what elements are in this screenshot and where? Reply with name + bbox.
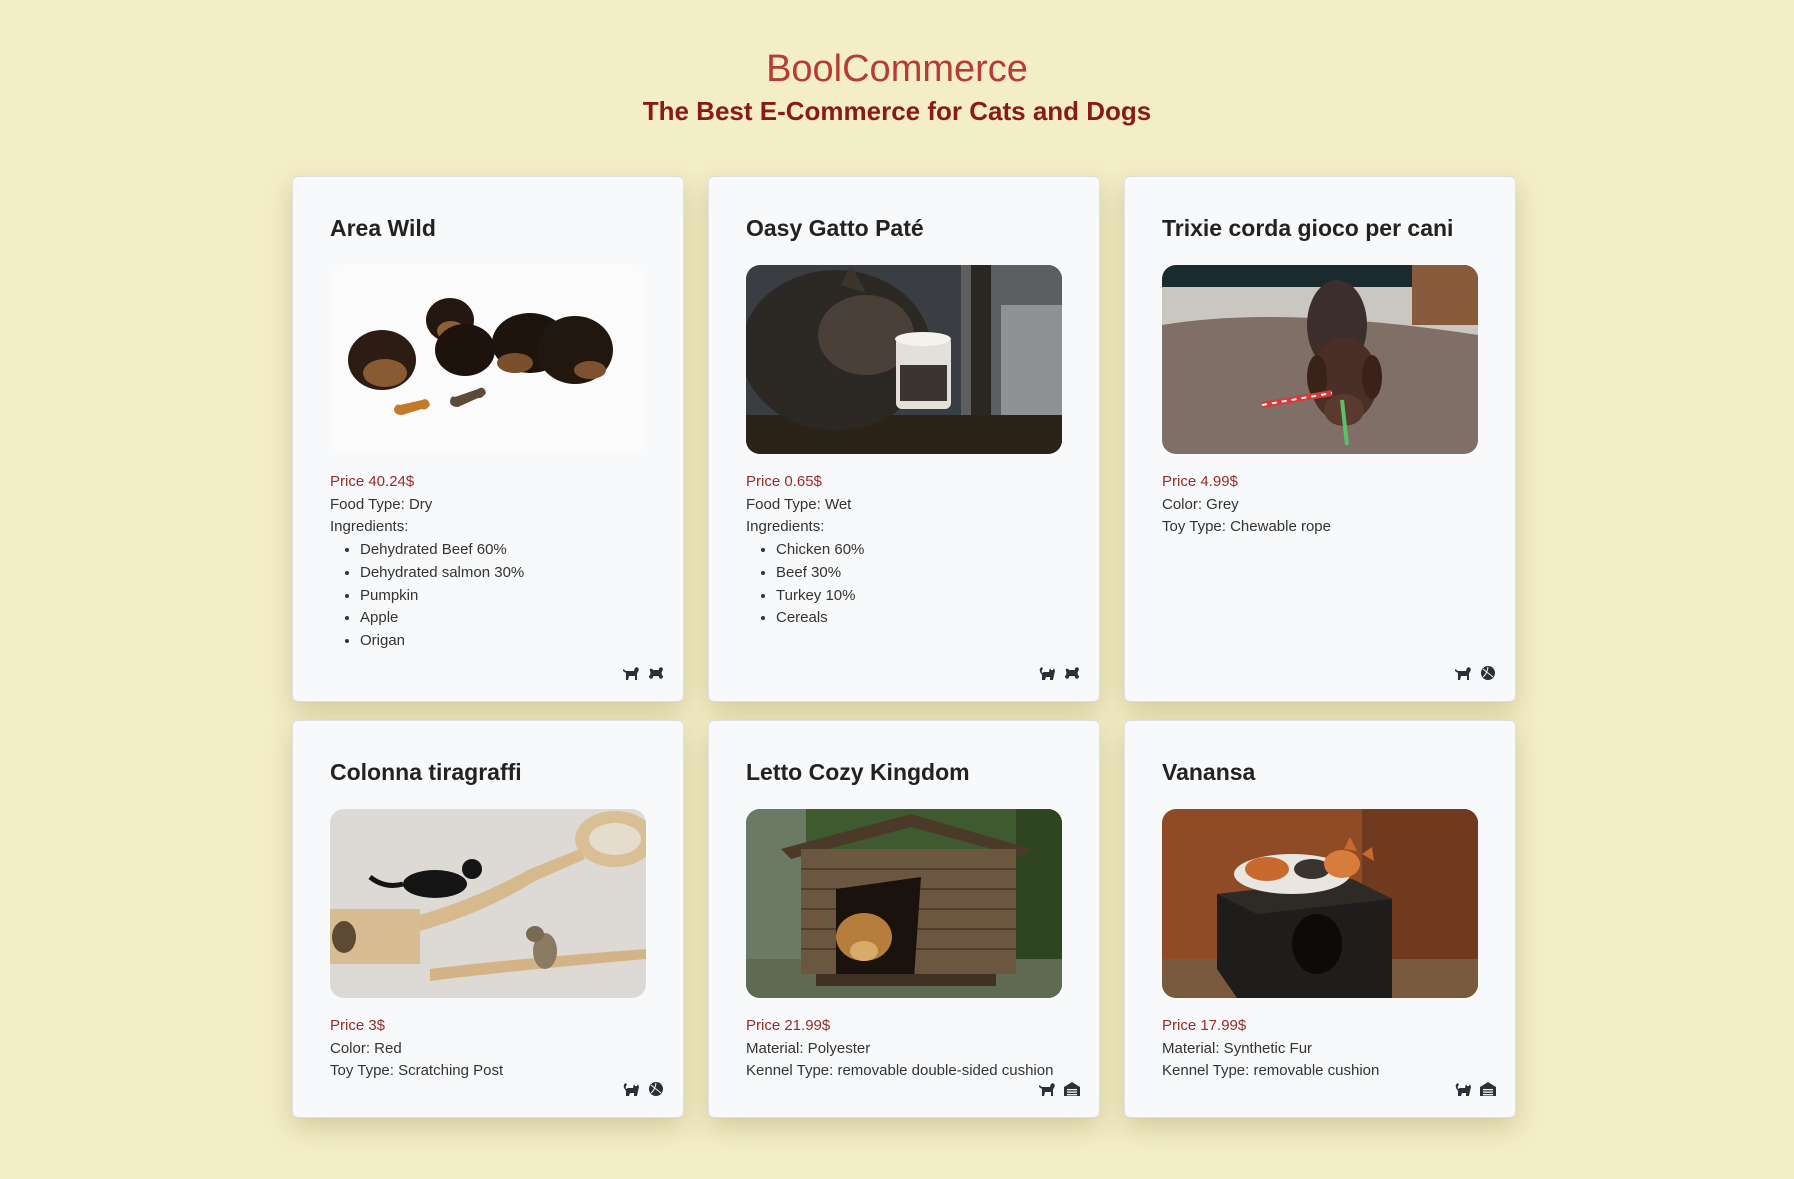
product-info: Price 4.99$ Color: Grey Toy Type: Chewable… (1162, 471, 1478, 539)
brand-title: BoolCommerce (766, 48, 1028, 90)
product-detail: Ingredients: (330, 518, 409, 536)
product-title: Vanansa (1162, 759, 1256, 785)
product-image[interactable] (1162, 265, 1478, 454)
kennel-icon (1063, 1081, 1081, 1097)
ingredient-item: Cereals (776, 607, 1062, 630)
ingredient-item: Dehydrated Beef 60% (360, 539, 646, 562)
category-icons (622, 1081, 665, 1097)
product-info: Price 0.65$ Food Type: Wet Ingredients: Chi… (746, 471, 1062, 630)
bone-icon (1063, 665, 1081, 681)
product-image[interactable] (746, 809, 1062, 998)
product-detail: Food Type: Wet (746, 495, 852, 513)
product-price: Price 17.99$ (1162, 1017, 1247, 1034)
category-icons (1454, 665, 1497, 681)
product-card[interactable]: Oasy Gatto Paté Price 0.65$ Food Type: We… (708, 176, 1100, 702)
product-info: Price 21.99$ Material: Polyester Kennel Ty… (746, 1015, 1062, 1083)
dog-icon (622, 665, 640, 681)
product-card[interactable]: Letto Cozy Kingdom Price 21.99$ Material:… (708, 720, 1100, 1118)
ingredient-item: Beef 30% (776, 562, 1062, 585)
product-price: Price 0.65$ (746, 473, 822, 490)
product-info: Price 3$ Color: Red Toy Type: Scratching P… (330, 1015, 646, 1083)
product-title: Colonna tiragraffi (330, 759, 522, 785)
ingredient-item: Apple (360, 607, 646, 630)
cat-icon (1454, 1081, 1472, 1097)
product-image[interactable] (330, 265, 646, 454)
category-icons (1038, 1081, 1081, 1097)
product-grid: Area Wild Price 40.24$ Food Type: Dry Ingr… (292, 176, 1516, 1118)
product-info: Price 17.99$ Material: Synthetic Fur Kenne… (1162, 1015, 1478, 1083)
product-title: Trixie corda gioco per cani (1162, 215, 1454, 241)
product-title: Letto Cozy Kingdom (746, 759, 970, 785)
product-detail: Material: Synthetic Fur (1162, 1039, 1313, 1057)
category-icons (1454, 1081, 1497, 1097)
cat-icon (622, 1081, 640, 1097)
product-price: Price 4.99$ (1162, 473, 1238, 490)
product-card[interactable]: Colonna tiragraffi Price 3$ Color: Red Toy… (292, 720, 684, 1118)
product-info: Price 40.24$ Food Type: Dry Ingredients: De… (330, 471, 646, 653)
product-detail: Ingredients: (746, 518, 825, 536)
product-detail: Color: Grey (1162, 495, 1239, 513)
ingredient-item: Chicken 60% (776, 539, 1062, 562)
product-detail: Color: Red (330, 1039, 402, 1057)
product-detail: Kennel Type: removable cushion (1162, 1062, 1380, 1080)
ingredient-item: Origan (360, 630, 646, 653)
ball-icon (1479, 665, 1497, 681)
product-detail: Material: Polyester (746, 1039, 871, 1057)
product-card[interactable]: Trixie corda gioco per cani Price 4.99$ C… (1124, 176, 1516, 702)
dog-icon (1038, 1081, 1056, 1097)
product-price: Price 21.99$ (746, 1017, 831, 1034)
product-detail: Toy Type: Chewable rope (1162, 518, 1331, 536)
product-title: Oasy Gatto Paté (746, 215, 924, 241)
page-header: BoolCommerce The Best E-Commerce for Cat… (0, 0, 1794, 128)
product-card[interactable]: Area Wild Price 40.24$ Food Type: Dry Ingr… (292, 176, 684, 702)
cat-icon (1038, 665, 1056, 681)
ingredients-list: Dehydrated Beef 60%Dehydrated salmon 30%… (330, 539, 646, 653)
ingredients-list: Chicken 60%Beef 30%Turkey 10%Cereals (746, 539, 1062, 630)
product-detail: Food Type: Dry (330, 495, 433, 513)
category-icons (622, 665, 665, 681)
product-title: Area Wild (330, 215, 436, 241)
kennel-icon (1479, 1081, 1497, 1097)
product-price: Price 40.24$ (330, 473, 415, 490)
bone-icon (647, 665, 665, 681)
product-image[interactable] (746, 265, 1062, 454)
product-price: Price 3$ (330, 1017, 386, 1034)
category-icons (1038, 665, 1081, 681)
product-image[interactable] (330, 809, 646, 998)
product-detail: Toy Type: Scratching Post (330, 1062, 504, 1080)
ingredient-item: Turkey 10% (776, 585, 1062, 608)
product-detail: Kennel Type: removable double-sided cush… (746, 1062, 1054, 1080)
ingredient-item: Dehydrated salmon 30% (360, 562, 646, 585)
product-image[interactable] (1162, 809, 1478, 998)
brand-tagline: The Best E-Commerce for Cats and Dogs (642, 96, 1152, 126)
ingredient-item: Pumpkin (360, 585, 646, 608)
product-card[interactable]: Vanansa Price 17.99$ Material: Synthetic … (1124, 720, 1516, 1118)
dog-icon (1454, 665, 1472, 681)
ball-icon (647, 1081, 665, 1097)
